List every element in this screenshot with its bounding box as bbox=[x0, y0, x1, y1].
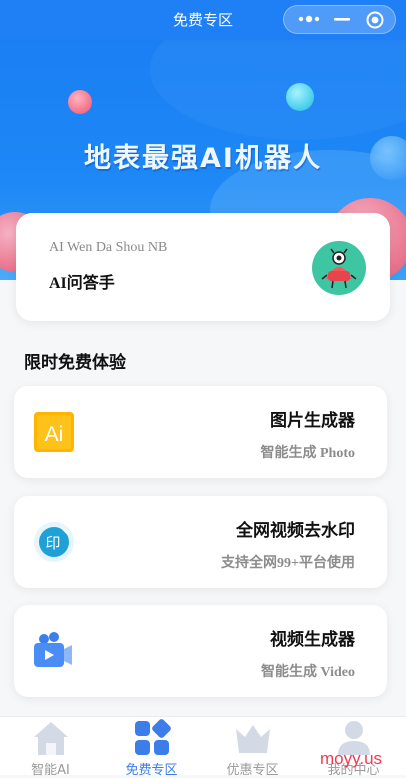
card-subtitle: AI Wen Da Shou NB bbox=[49, 240, 168, 255]
grid-icon bbox=[135, 719, 171, 755]
tab-label: 免费专区 bbox=[125, 763, 178, 778]
house-icon bbox=[34, 722, 68, 755]
tab-label: 智能AI bbox=[31, 763, 70, 778]
video-camera-icon bbox=[34, 632, 72, 667]
tab-smart-ai[interactable]: 智能AI bbox=[0, 717, 101, 778]
watermark-text: moyy.us bbox=[320, 749, 383, 768]
nav-bar: 免费专区 bbox=[0, 0, 406, 40]
tab-label: 优惠专区 bbox=[226, 763, 279, 778]
svg-text:印: 印 bbox=[45, 534, 60, 552]
minimize-icon[interactable] bbox=[332, 10, 352, 28]
tool-desc: 智能生成 Video bbox=[261, 665, 355, 680]
tool-desc: 支持全网99+平台使用 bbox=[221, 556, 355, 571]
robot-avatar-icon bbox=[312, 241, 366, 295]
more-icon[interactable] bbox=[296, 10, 322, 28]
tool-card-image-generator[interactable]: Ai 图片生成器 智能生成 Photo bbox=[14, 386, 387, 478]
section-title: 限时免费体验 bbox=[24, 353, 126, 373]
tool-card-watermark-remover[interactable]: 印 全网视频去水印 支持全网99+平台使用 bbox=[14, 496, 387, 588]
tab-discount-zone[interactable]: 优惠专区 bbox=[202, 717, 303, 778]
tool-name: 全网视频去水印 bbox=[236, 521, 355, 541]
tool-name: 图片生成器 bbox=[270, 411, 355, 431]
ai-logo-icon: Ai bbox=[34, 412, 74, 452]
mini-program-capsule bbox=[283, 5, 396, 34]
banner-title: 地表最强AI机器人 bbox=[84, 143, 322, 174]
stamp-icon: 印 bbox=[34, 522, 74, 562]
tab-free-zone[interactable]: 免费专区 bbox=[101, 717, 202, 778]
tool-card-video-generator[interactable]: 视频生成器 智能生成 Video bbox=[14, 605, 387, 697]
card-title: AI问答手 bbox=[49, 275, 115, 292]
tool-desc: 智能生成 Photo bbox=[260, 446, 356, 461]
svg-text:Ai: Ai bbox=[45, 423, 64, 446]
ai-assistant-card[interactable]: AI Wen Da Shou NB AI问答手 bbox=[16, 213, 390, 321]
close-icon[interactable] bbox=[364, 10, 386, 30]
crown-icon bbox=[236, 725, 270, 753]
tool-name: 视频生成器 bbox=[270, 630, 355, 650]
